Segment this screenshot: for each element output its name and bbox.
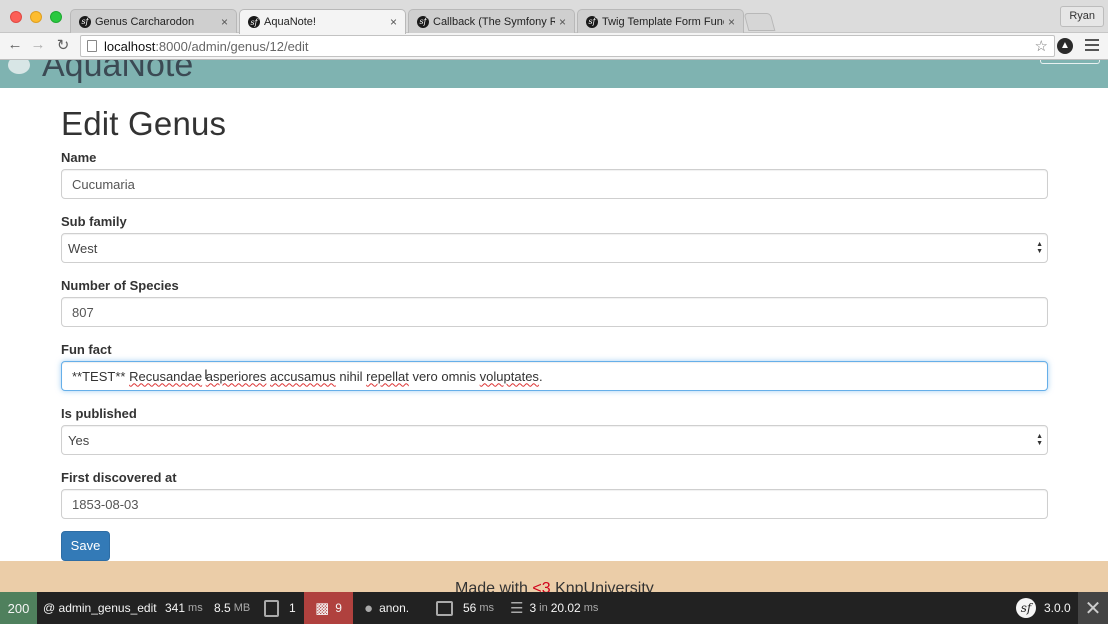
doctrine-panel[interactable]: ☰ 3 in 20.02 ms <box>510 592 598 624</box>
twig-panel[interactable]: 56 ms <box>436 592 494 624</box>
site-footer: Made with <3 KnpUniversity <box>0 561 1108 593</box>
browser-toolbar: ← → ↻ localhost:8000/admin/genus/12/edit… <box>0 33 1108 60</box>
published-select[interactable]: Yes ▲ ▼ <box>61 425 1048 455</box>
name-input[interactable]: Cucumaria <box>61 169 1048 199</box>
site-header: AquaNote <box>0 60 1108 88</box>
browser-tab-callback[interactable]: sf Callback (The Symfony Ref × <box>408 9 575 33</box>
select-arrows-icon: ▲ ▼ <box>1036 241 1043 255</box>
symfony-version-panel[interactable]: sf 3.0.0 <box>1016 592 1071 624</box>
request-time[interactable]: 341 ms <box>165 592 203 624</box>
browser-tab-twig-template[interactable]: sf Twig Template Form Functi × <box>577 9 744 33</box>
back-arrow-icon[interactable]: ← <box>5 36 25 53</box>
tab-title: Genus Carcharodon <box>95 15 195 28</box>
select-arrows-icon: ▲ ▼ <box>1036 433 1043 447</box>
route-name[interactable]: @ admin_genus_edit <box>43 592 157 624</box>
page-title: Edit Genus <box>61 105 227 142</box>
tab-title: AquaNote! <box>264 16 316 28</box>
tab-title: Callback (The Symfony Ref <box>433 15 555 28</box>
warnings-panel[interactable]: ▩ 9 <box>304 592 353 624</box>
profile-button[interactable]: Ryan <box>1060 6 1104 27</box>
page-icon <box>87 40 97 52</box>
subfamily-select[interactable]: West ▲ ▼ <box>61 233 1048 263</box>
new-tab-button[interactable] <box>743 13 776 31</box>
tab-close-icon[interactable]: × <box>728 15 735 29</box>
browser-tab-aquanote[interactable]: sf AquaNote! × <box>239 9 406 34</box>
funfact-value: **TEST** Recusandae asperiores accusamus… <box>72 368 543 384</box>
clipboard-icon <box>264 599 279 617</box>
template-icon <box>436 600 453 616</box>
symfony-favicon-icon: sf <box>248 16 260 28</box>
logs-panel[interactable]: 1 <box>264 592 296 624</box>
header-button[interactable] <box>1040 60 1100 64</box>
db-in-label: in <box>539 602 548 614</box>
tab-title: Twig Template Form Functi <box>602 15 724 28</box>
forward-arrow-icon[interactable]: → <box>28 36 48 53</box>
maximize-window-button[interactable] <box>50 11 62 23</box>
discovered-label: First discovered at <box>61 470 177 485</box>
security-panel[interactable]: ● anon. <box>364 592 409 624</box>
symfony-favicon-icon: sf <box>79 15 91 28</box>
discovered-input[interactable]: 1853-08-03 <box>61 489 1048 519</box>
subfamily-selected-value: West <box>68 240 98 256</box>
memory-value: 8.5 <box>214 601 231 615</box>
user-icon: ● <box>364 599 374 617</box>
symfony-debug-toolbar: 200 @ admin_genus_edit 341 ms 8.5 MB 1 ▩ 9… <box>0 592 1108 624</box>
request-time-value: 341 <box>165 601 186 615</box>
url-host: localhost <box>104 38 156 54</box>
translation-icon: ▩ <box>315 600 330 617</box>
warnings-count: 9 <box>335 601 342 615</box>
published-selected-value: Yes <box>68 432 90 448</box>
tab-close-icon[interactable]: × <box>390 15 397 29</box>
funfact-input[interactable]: **TEST** Recusandae asperiores accusamus… <box>61 361 1048 391</box>
database-icon: ☰ <box>510 600 524 617</box>
request-time-unit: ms <box>188 602 203 614</box>
published-label: Is published <box>61 406 137 421</box>
hamburger-menu-icon[interactable] <box>1085 39 1099 54</box>
status-code-badge[interactable]: 200 <box>0 592 37 624</box>
text-cursor-icon: I <box>204 366 208 382</box>
name-label: Name <box>61 150 97 165</box>
render-time-unit: ms <box>479 602 495 614</box>
species-label: Number of Species <box>61 278 179 293</box>
extension-flame-icon[interactable]: ▲ <box>1057 38 1073 54</box>
logo-icon <box>8 60 30 74</box>
memory-unit: MB <box>233 602 251 614</box>
tab-close-icon[interactable]: × <box>221 15 228 29</box>
memory-usage[interactable]: 8.5 MB <box>214 592 250 624</box>
db-time-value: 20.02 <box>550 601 581 615</box>
url-path: :8000/admin/genus/12/edit <box>155 38 309 54</box>
species-input[interactable]: 807 <box>61 297 1048 327</box>
symfony-favicon-icon: sf <box>417 15 429 28</box>
db-query-count: 3 <box>529 601 537 615</box>
symfony-version: 3.0.0 <box>1044 601 1071 615</box>
logs-count: 1 <box>289 601 296 615</box>
bookmark-star-icon[interactable]: ☆ <box>1035 37 1048 55</box>
close-window-button[interactable] <box>10 11 22 23</box>
minimize-window-button[interactable] <box>30 11 42 23</box>
reload-icon[interactable]: ↻ <box>53 36 73 54</box>
save-button[interactable]: Save <box>61 531 110 561</box>
address-bar[interactable]: localhost:8000/admin/genus/12/edit ☆ <box>80 35 1055 57</box>
toolbar-close-icon[interactable]: ✕ <box>1078 592 1108 624</box>
symfony-favicon-icon: sf <box>586 15 598 28</box>
symfony-logo-icon: sf <box>1016 598 1036 618</box>
browser-tab-bar: sf Genus Carcharodon × sf AquaNote! × sf… <box>0 0 1108 34</box>
db-time-unit: ms <box>583 602 599 614</box>
browser-tab-genus-carcharodon[interactable]: sf Genus Carcharodon × <box>70 9 237 33</box>
subfamily-label: Sub family <box>61 214 127 229</box>
tab-close-icon[interactable]: × <box>559 15 566 29</box>
funfact-label: Fun fact <box>61 342 112 357</box>
site-logo[interactable]: AquaNote <box>42 60 193 85</box>
render-time-value: 56 <box>463 601 477 615</box>
security-user: anon. <box>379 601 410 615</box>
